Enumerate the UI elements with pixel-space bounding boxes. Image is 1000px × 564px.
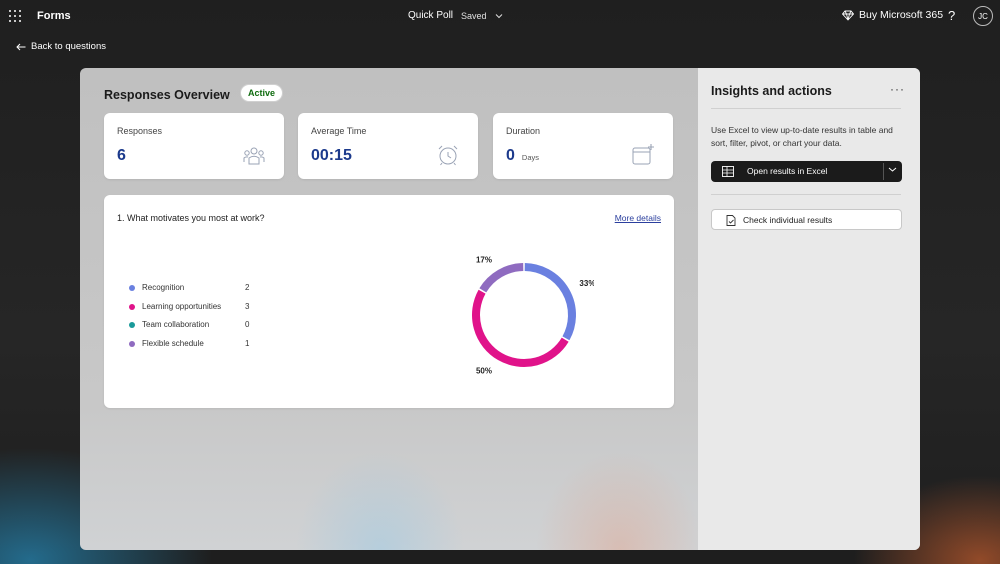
stat-value: 00:15 [311,147,352,164]
check-individual-results-button[interactable]: Check individual results [711,209,902,230]
donut-slice-learning-opportunities[interactable] [472,289,569,367]
open-in-excel-button[interactable]: Open results in Excel [711,161,902,182]
diamond-icon [842,10,854,21]
overview-area: Responses Overview Active Responses 6 Av… [80,68,698,550]
status-badge: Active [240,84,284,102]
donut-slice-flexible-schedule[interactable] [479,263,524,293]
people-icon [243,147,265,165]
form-title: Quick Poll [408,10,454,21]
top-bar: Forms Quick Poll Saved Buy Microsoft 365… [0,0,1000,32]
stat-label: Responses [117,126,163,136]
stat-card-duration: Duration 0 Days [493,113,673,179]
page-title: Responses Overview [104,88,230,102]
legend-item: Learning opportunities 3 [129,301,259,320]
donut-chart: 33% 50% 17% [472,256,594,375]
donut-slice-recognition[interactable] [524,263,576,341]
legend-label: Recognition [142,283,185,292]
panel-description: Use Excel to view up-to-date results in … [711,125,893,148]
donut-percent-label: 17% [476,256,492,265]
alarm-clock-icon [438,145,458,166]
chart-legend: Recognition 2 Learning opportunities 3 T… [129,282,259,356]
more-options-button[interactable]: ··· [890,82,905,96]
form-title-group[interactable]: Quick Poll Saved [408,10,503,21]
back-to-questions-link[interactable]: Back to questions [16,41,106,52]
split-divider [883,163,884,180]
more-details-link[interactable]: More details [615,213,661,223]
chevron-down-icon[interactable] [888,166,897,173]
excel-button-label: Open results in Excel [747,166,828,176]
legend-label: Team collaboration [142,320,210,329]
legend-count: 3 [245,301,250,311]
question-summary-card: 1. What motivates you most at work? More… [104,195,674,408]
legend-label: Learning opportunities [142,301,222,311]
insights-panel: Insights and actions ··· Use Excel to vi… [698,68,920,550]
buy-microsoft-365-button[interactable]: Buy Microsoft 365 [842,9,943,21]
stat-label: Duration [506,126,541,136]
stat-unit: Days [521,153,539,162]
legend-label: Flexible schedule [142,338,204,348]
avatar[interactable]: JC [973,6,993,26]
app-launcher-icon[interactable] [9,10,21,22]
stat-card-responses: Responses 6 [104,113,284,179]
legend-item: Recognition 2 [129,282,259,301]
app-name[interactable]: Forms [37,10,71,22]
stat-value: 6 [117,147,126,164]
arrow-left-icon [16,43,26,50]
legend-dot [129,285,135,291]
legend-dot [129,340,135,347]
donut-percent-label: 33% [579,279,594,288]
back-label: Back to questions [31,41,106,52]
excel-icon [722,166,734,177]
buy-label: Buy Microsoft 365 [859,9,944,21]
legend-count: 2 [245,283,250,292]
divider [711,194,901,195]
help-button[interactable]: ? [948,8,955,23]
legend-dot [129,303,135,310]
stat-label: Average Time [311,126,367,136]
legend-count: 0 [245,320,250,329]
chevron-down-icon [495,13,502,18]
legend-count: 1 [245,338,250,348]
legend-dot [129,322,135,328]
donut-percent-label: 50% [476,366,492,375]
results-window: Responses Overview Active Responses 6 Av… [80,68,920,550]
legend-item: Flexible schedule 1 [129,338,259,357]
calendar-add-icon [632,144,654,165]
divider [711,108,901,109]
panel-title: Insights and actions [711,84,832,98]
question-title: 1. What motivates you most at work? [117,213,265,223]
document-check-icon [726,215,736,226]
stat-card-average-time: Average Time 00:15 [298,113,478,179]
check-button-label: Check individual results [743,215,833,225]
stat-value: 0 Days [506,147,539,164]
save-status: Saved [461,10,487,21]
legend-item: Team collaboration 0 [129,319,259,338]
